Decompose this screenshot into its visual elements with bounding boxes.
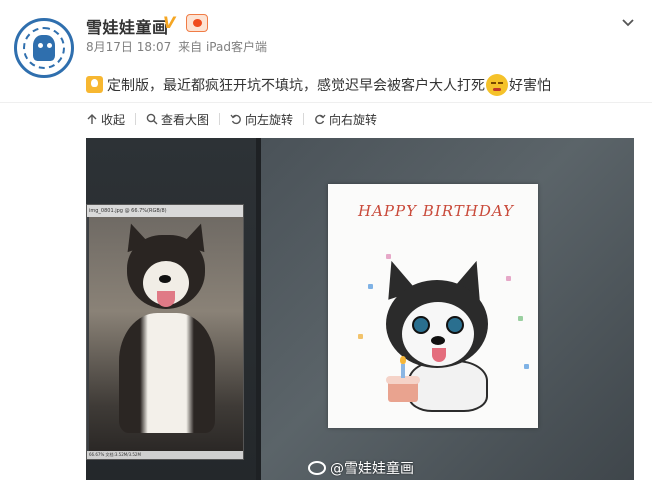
verified-badge-icon[interactable]: V [163,13,175,32]
rotate-right-button[interactable]: 向右旋转 [314,111,377,128]
cake-candle [401,364,405,378]
avatar-eye-right [47,43,52,48]
card-title: HAPPY BIRTHDAY [358,202,514,220]
post-photo[interactable]: img_0801.jpg @ 66.7%(RGB/8) 66.67% 文档:3.… [86,138,634,480]
rotate-left-icon [230,114,241,125]
user-name[interactable]: 雪娃娃童画 [86,14,169,38]
cartoon-dog-eye-right [446,316,464,334]
search-icon [146,113,158,125]
weibo-logo-icon [308,461,326,475]
confetti [358,334,363,339]
avatar-eye-left [38,43,43,48]
confetti [518,316,523,321]
rotate-right-label: 向右旋转 [329,112,378,127]
watermark: @雪娃娃童画 [308,458,414,478]
photoshop-status: 66.67% 文档:3.52M/3.52M [87,451,243,459]
post-meta: 8月17日 18:07 来自 iPad客户端 [86,38,267,55]
post-text: 定制版，最近都疯狂开坑不填坑，感觉迟早会被客户大人打死 好害怕 [86,74,551,96]
view-large-button[interactable]: 查看大图 [146,111,209,128]
post-source[interactable]: 来自 iPad客户端 [178,40,267,54]
cartoon-dog-nose [431,336,445,345]
view-large-label: 查看大图 [161,112,210,127]
member-level-icon[interactable] [186,14,208,32]
confetti [386,254,391,259]
toolbar-separator [303,113,305,125]
dog-tongue [157,291,175,307]
rotate-right-icon [315,114,326,125]
arrow-up-icon [87,114,97,124]
rotate-left-label: 向左旋转 [245,112,294,127]
divider [0,102,652,103]
cartoon-dog-body [408,360,488,412]
birthday-cake [386,376,420,402]
photoshop-title: img_0801.jpg @ 66.7%(RGB/8) [87,205,243,217]
collapse-button[interactable]: 收起 [86,111,125,128]
fearful-face-emoji-icon [486,74,508,96]
photoshop-window: img_0801.jpg @ 66.7%(RGB/8) 66.67% 文档:3.… [86,204,244,460]
candle-flame [400,356,406,364]
dog-nose [159,275,171,283]
toolbar-separator [219,113,221,125]
post-text-main: 定制版，最近都疯狂开坑不填坑，感觉迟早会被客户大人打死 [107,78,485,94]
collapse-label: 收起 [101,112,126,127]
husky-photo [89,217,243,453]
watermark-text: @雪娃娃童画 [330,461,414,477]
confetti [524,364,529,369]
avatar[interactable] [14,18,74,78]
rotate-left-button[interactable]: 向左旋转 [230,111,293,128]
avatar-figure [33,35,55,61]
cartoon-dog-tongue [432,348,446,362]
post-text-tail: 好害怕 [509,78,551,94]
chevron-down-icon[interactable] [620,14,636,30]
lightbulb-emoji-icon [86,76,103,93]
dog-body [119,313,215,433]
confetti [506,276,511,281]
image-toolbar: 收起 查看大图 向左旋转 向右旋转 [86,110,395,128]
post-timestamp[interactable]: 8月17日 18:07 [86,40,171,54]
cartoon-dog-eye-left [412,316,430,334]
birthday-card-illustration: HAPPY BIRTHDAY [328,184,538,428]
toolbar-separator [135,113,137,125]
confetti [368,284,373,289]
